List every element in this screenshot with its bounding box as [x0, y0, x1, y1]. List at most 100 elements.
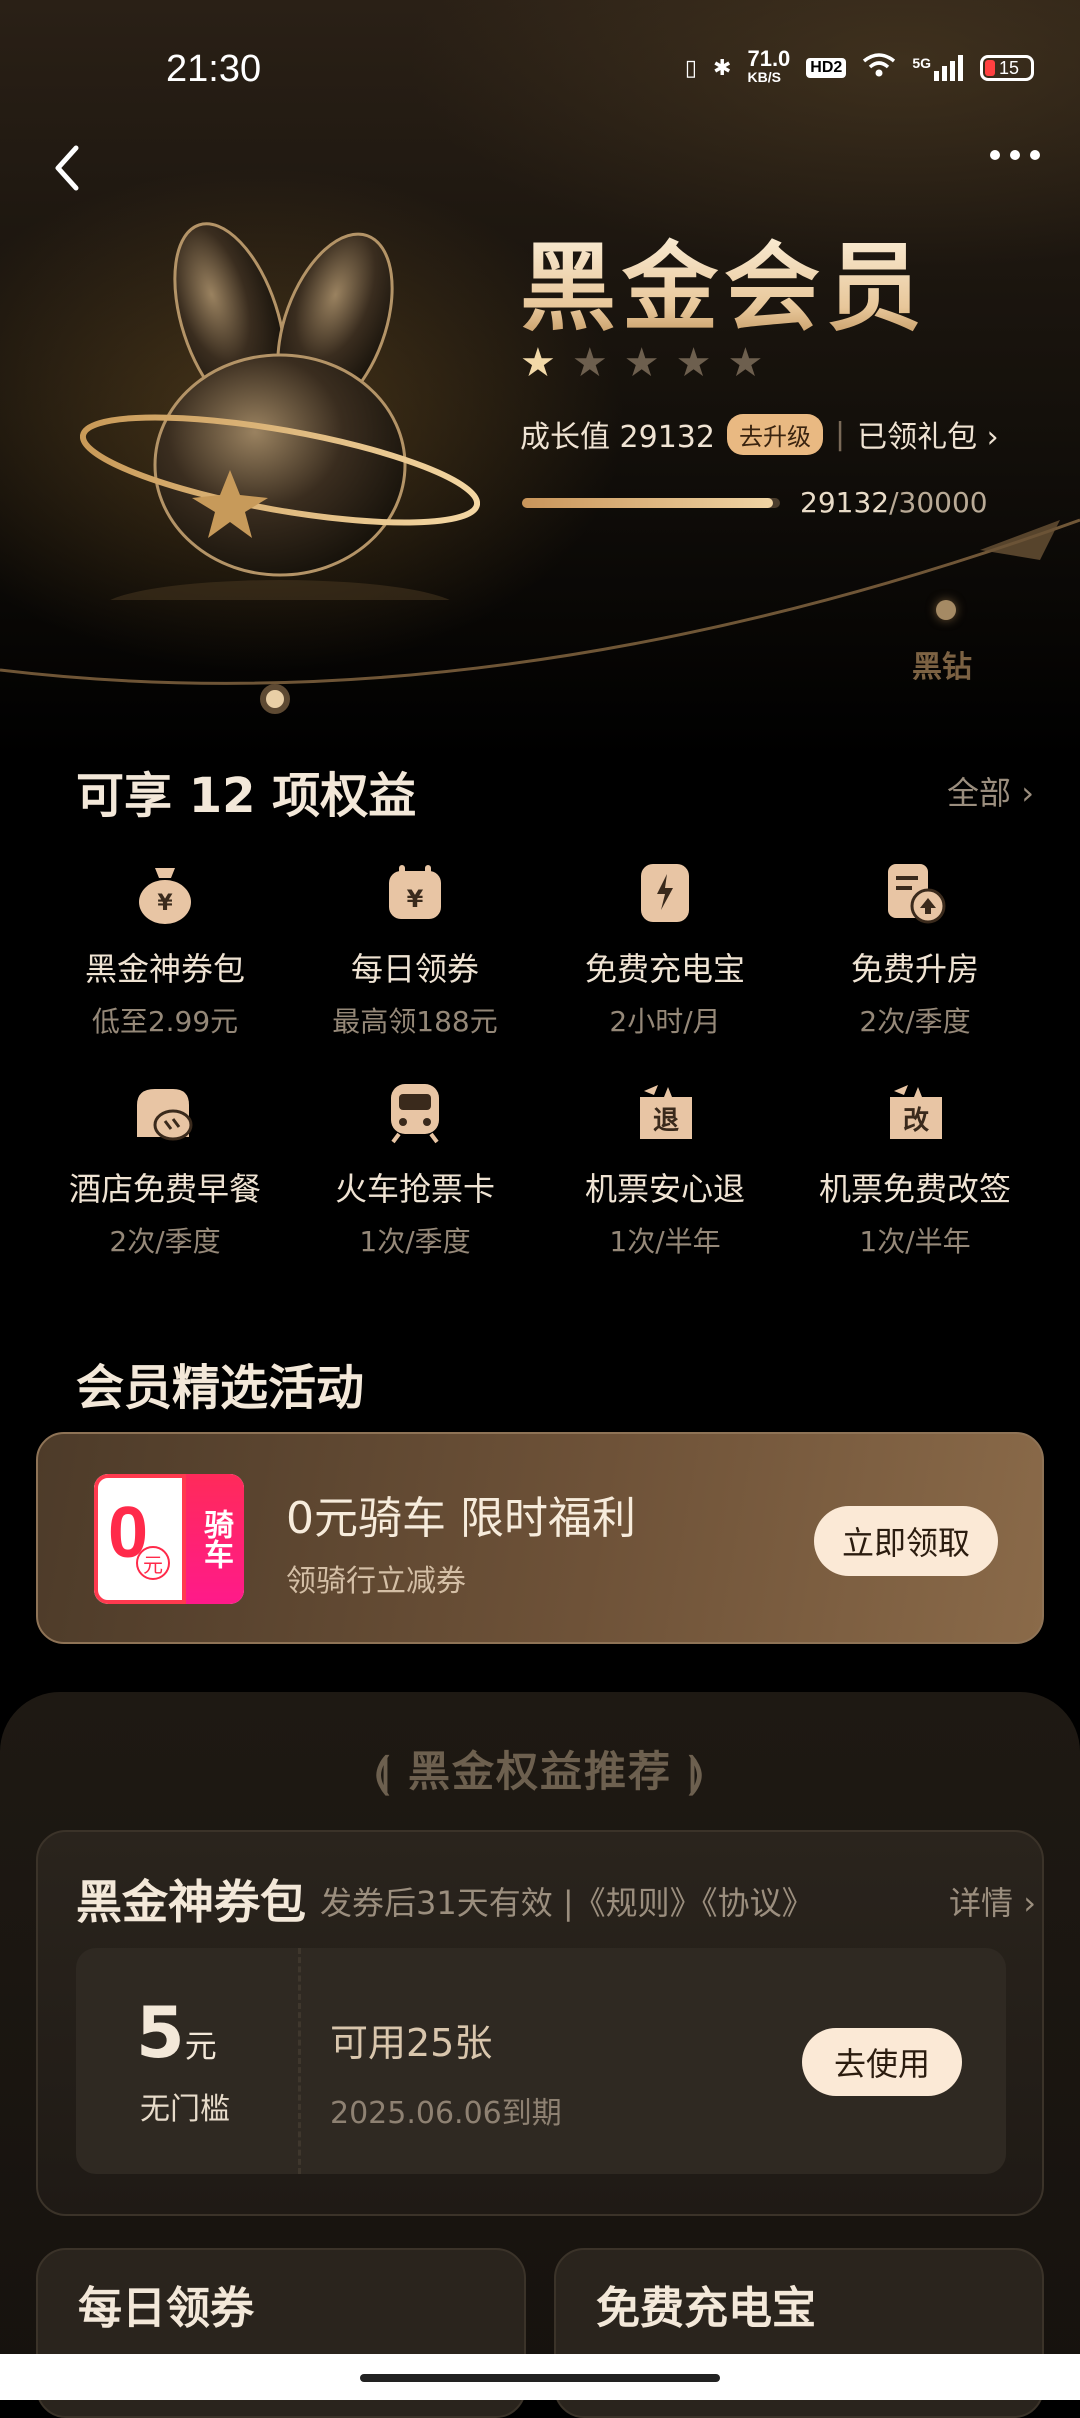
star-icon: ★	[520, 340, 556, 386]
benefit-item[interactable]: 火车抢票卡 1次/季度	[290, 1080, 540, 1260]
coupon-amount: 5	[136, 1992, 185, 2074]
more-dot-icon	[990, 150, 1000, 160]
growth-value: 成长值 29132	[520, 420, 715, 455]
benefits-title: 可享 12 项权益	[76, 768, 417, 824]
activity-card[interactable]: 0 元 骑车 0元骑车 限时福利 领骑行立减券 立即领取	[36, 1432, 1044, 1644]
benefit-name: 每日领券	[350, 950, 479, 988]
bread-icon	[132, 1080, 198, 1146]
laurel-right-icon: ⟭	[672, 1747, 707, 1796]
benefit-item[interactable]: 免费升房 2次/季度	[790, 860, 1040, 1040]
benefit-item[interactable]: ¥ 黑金神券包 低至2.99元	[40, 860, 290, 1040]
mini-card-title: 免费充电宝	[596, 2283, 816, 2334]
benefit-item[interactable]: 免费充电宝 2小时/月	[540, 860, 790, 1040]
status-icons: ▯ ✱ 71.0 KB/S HD2 5G 15	[684, 46, 1034, 86]
benefit-sub: 1次/半年	[859, 1225, 971, 1258]
battery-text: 15	[999, 57, 1020, 78]
gift-link[interactable]: 已领礼包 ›	[857, 412, 999, 456]
calendar-yen-icon: ¥	[382, 860, 448, 926]
bike-promo-logo-icon: 0 元 骑车	[94, 1474, 244, 1604]
room-upgrade-icon	[882, 860, 948, 926]
benefit-item[interactable]: 改 机票免费改签 1次/半年	[790, 1080, 1040, 1260]
svg-text:改: 改	[903, 1105, 929, 1136]
recommend-title: 黑金权益推荐	[407, 1747, 672, 1796]
net-speed-unit: KB/S	[747, 69, 781, 85]
star-icon: ★	[571, 340, 608, 386]
mini-card-title: 每日领券	[78, 2283, 254, 2334]
coupon-unit: 元	[184, 2027, 217, 2065]
activity-subtitle: 领骑行立减券	[286, 1564, 466, 1599]
benefits-all-link[interactable]: 全部 ›	[947, 768, 1034, 814]
logo-left: 0 元	[94, 1474, 186, 1604]
svg-text:¥: ¥	[157, 891, 173, 916]
net-speed-value: 71.0	[747, 46, 791, 71]
upgrade-badge[interactable]: 去升级	[726, 413, 823, 455]
benefits-grid: ¥ 黑金神券包 低至2.99元 ¥ 每日领券 最高领188元 免费充电宝 2小时…	[0, 860, 1080, 1260]
money-bag-icon: ¥	[132, 860, 198, 926]
benefit-sub: 最高领188元	[332, 1005, 498, 1038]
recommend-detail-link[interactable]: 详情 ›	[949, 1878, 1036, 1924]
coupon: 5元 无门槛 可用25张 2025.06.06到期 去使用	[76, 1948, 1006, 2174]
coupon-expiry: 2025.06.06到期	[330, 2096, 562, 2131]
level-stars: ★ ★ ★ ★ ★	[520, 340, 763, 386]
benefit-name: 机票安心退	[584, 1170, 745, 1208]
logo-right: 骑车	[186, 1474, 244, 1604]
claim-button[interactable]: 立即领取	[814, 1506, 998, 1576]
hd-icon: HD2	[806, 58, 847, 78]
benefit-sub: 2次/季度	[109, 1225, 221, 1258]
divider: |	[834, 416, 846, 452]
logo-text: 骑车	[198, 1509, 233, 1569]
bluetooth-icon: ✱	[713, 55, 732, 80]
activity-title: 0元骑车 限时福利	[286, 1493, 636, 1544]
laurel-left-icon: ⟬	[373, 1747, 408, 1796]
use-coupon-button[interactable]: 去使用	[802, 2028, 962, 2096]
benefit-sub: 1次/半年	[609, 1225, 721, 1258]
recommend-card-title: 黑金神券包	[76, 1875, 306, 1929]
benefit-name: 黑金神券包	[84, 950, 245, 988]
benefit-name: 免费充电宝	[584, 950, 745, 988]
benefit-item[interactable]: 酒店免费早餐 2次/季度	[40, 1080, 290, 1260]
benefit-sub: 2次/季度	[859, 1005, 971, 1038]
vibrate-icon: ▯	[684, 55, 698, 80]
recommend-title-row: ⟬ 黑金权益推荐 ⟭	[0, 1738, 1080, 1799]
flight-change-icon: 改	[882, 1080, 948, 1146]
chevron-left-icon	[55, 145, 79, 191]
wifi-icon	[862, 52, 896, 84]
logo-yuan: 元	[136, 1546, 170, 1580]
recommend-card-meta[interactable]: 发券后31天有效 |《规则》《协议》	[320, 1878, 814, 1924]
benefit-sub: 2小时/月	[609, 1005, 721, 1038]
benefit-sub: 1次/季度	[359, 1225, 471, 1258]
train-icon	[382, 1080, 448, 1146]
battery-icon: 15	[980, 55, 1034, 81]
benefit-sub: 低至2.99元	[91, 1005, 239, 1038]
battery-level	[985, 60, 995, 76]
net-speed: 71.0 KB/S	[747, 46, 791, 86]
status-time: 21:30	[166, 48, 262, 90]
benefit-name: 酒店免费早餐	[68, 1170, 261, 1208]
benefit-name: 火车抢票卡	[334, 1170, 495, 1208]
coupon-amount-row: 5元	[136, 1992, 217, 2074]
svg-text:¥: ¥	[407, 885, 424, 913]
benefit-item[interactable]: ¥ 每日领券 最高领188元	[290, 860, 540, 1040]
coupon-divider	[298, 1948, 301, 2174]
signal-icon: 5G	[912, 55, 964, 81]
star-icon: ★	[623, 340, 660, 386]
star-icon: ★	[727, 340, 764, 386]
coupon-count: 可用25张	[330, 2021, 493, 2065]
svg-text:退: 退	[653, 1106, 679, 1136]
more-dot-icon	[1030, 150, 1040, 160]
activities-title: 会员精选活动	[76, 1360, 365, 1416]
current-tier-marker	[260, 684, 290, 714]
next-tier-label: 黑钻	[912, 650, 972, 685]
benefit-name: 机票免费改签	[818, 1170, 1011, 1208]
signal-label: 5G	[912, 55, 931, 71]
back-button[interactable]	[48, 140, 88, 196]
coupon-condition: 无门槛	[140, 2092, 230, 2127]
power-bank-icon	[632, 860, 698, 926]
level-track-arc	[0, 518, 1080, 685]
more-button[interactable]	[990, 150, 1040, 160]
flight-refund-icon: 退	[632, 1080, 698, 1146]
benefit-item[interactable]: 退 机票安心退 1次/半年	[540, 1080, 790, 1260]
home-indicator[interactable]	[360, 2374, 720, 2382]
benefit-name: 免费升房	[850, 950, 979, 988]
more-dot-icon	[1010, 150, 1020, 160]
